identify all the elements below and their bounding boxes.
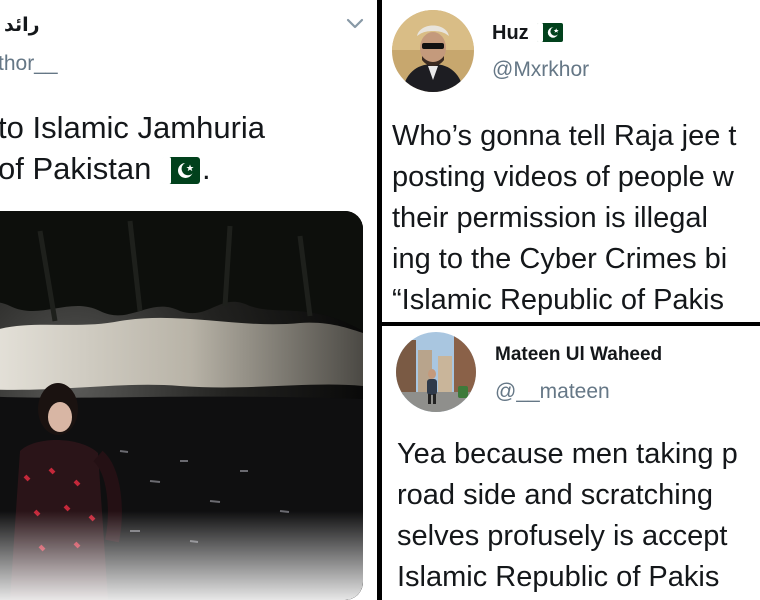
tweet-text-line: ing to the Cyber Crimes bi (392, 243, 728, 275)
tweet-text: Yea because men taking p road side and s… (397, 434, 738, 598)
avatar[interactable] (396, 332, 476, 412)
tweet-text: Who’s gonna tell Raja jee t posting vide… (392, 116, 736, 321)
tweet-text-line: selves profusely is accept (397, 520, 728, 552)
left-tweet-panel: رائد thor__ to Islamic Jamhuria of Pakis… (0, 0, 377, 600)
tweet-text-line: Islamic Republic of Pakis (397, 561, 720, 593)
profile-photo (396, 332, 476, 412)
tweet-text-line: road side and scratching (397, 479, 713, 511)
pakistan-flag-icon (162, 157, 200, 184)
avatar[interactable] (392, 10, 474, 92)
night-road-photo (0, 211, 363, 600)
author-name[interactable]: Mateen Ul Waheed (495, 344, 662, 366)
tweet-text-segment: of Pakistan (0, 151, 152, 186)
pakistan-flag-icon (536, 23, 563, 42)
author-name[interactable]: رائد (4, 14, 40, 37)
profile-photo (392, 10, 474, 92)
top-right-tweet-panel: Huz @Mxrkhor Who’s gonna tell Raja jee t… (382, 0, 760, 322)
bottom-right-tweet-panel: Mateen Ul Waheed @__mateen Yea because m… (382, 326, 760, 600)
tweet-text-line: of Pakistan . (0, 148, 265, 189)
tweet-text-line: Who’s gonna tell Raja jee t (392, 120, 737, 152)
author-handle[interactable]: thor__ (0, 52, 58, 76)
tweet-text-period: . (202, 151, 211, 186)
tweet-text-line: to Islamic Jamhuria (0, 110, 266, 145)
tweet-text: to Islamic Jamhuria of Pakistan . (0, 107, 265, 189)
tweet-text-line: their permission is illegal (392, 202, 708, 234)
tweet-text-line: Yea because men taking p (397, 438, 738, 470)
author-name[interactable]: Huz (492, 22, 563, 45)
tweet-text-line: posting videos of people w (392, 161, 734, 193)
author-handle[interactable]: @Mxrkhor (492, 58, 589, 82)
chevron-down-icon[interactable] (346, 18, 364, 30)
tweet-text-line: “Islamic Republic of Pakis (392, 284, 724, 316)
author-handle[interactable]: @__mateen (495, 380, 610, 404)
video-thumbnail[interactable] (0, 211, 363, 600)
